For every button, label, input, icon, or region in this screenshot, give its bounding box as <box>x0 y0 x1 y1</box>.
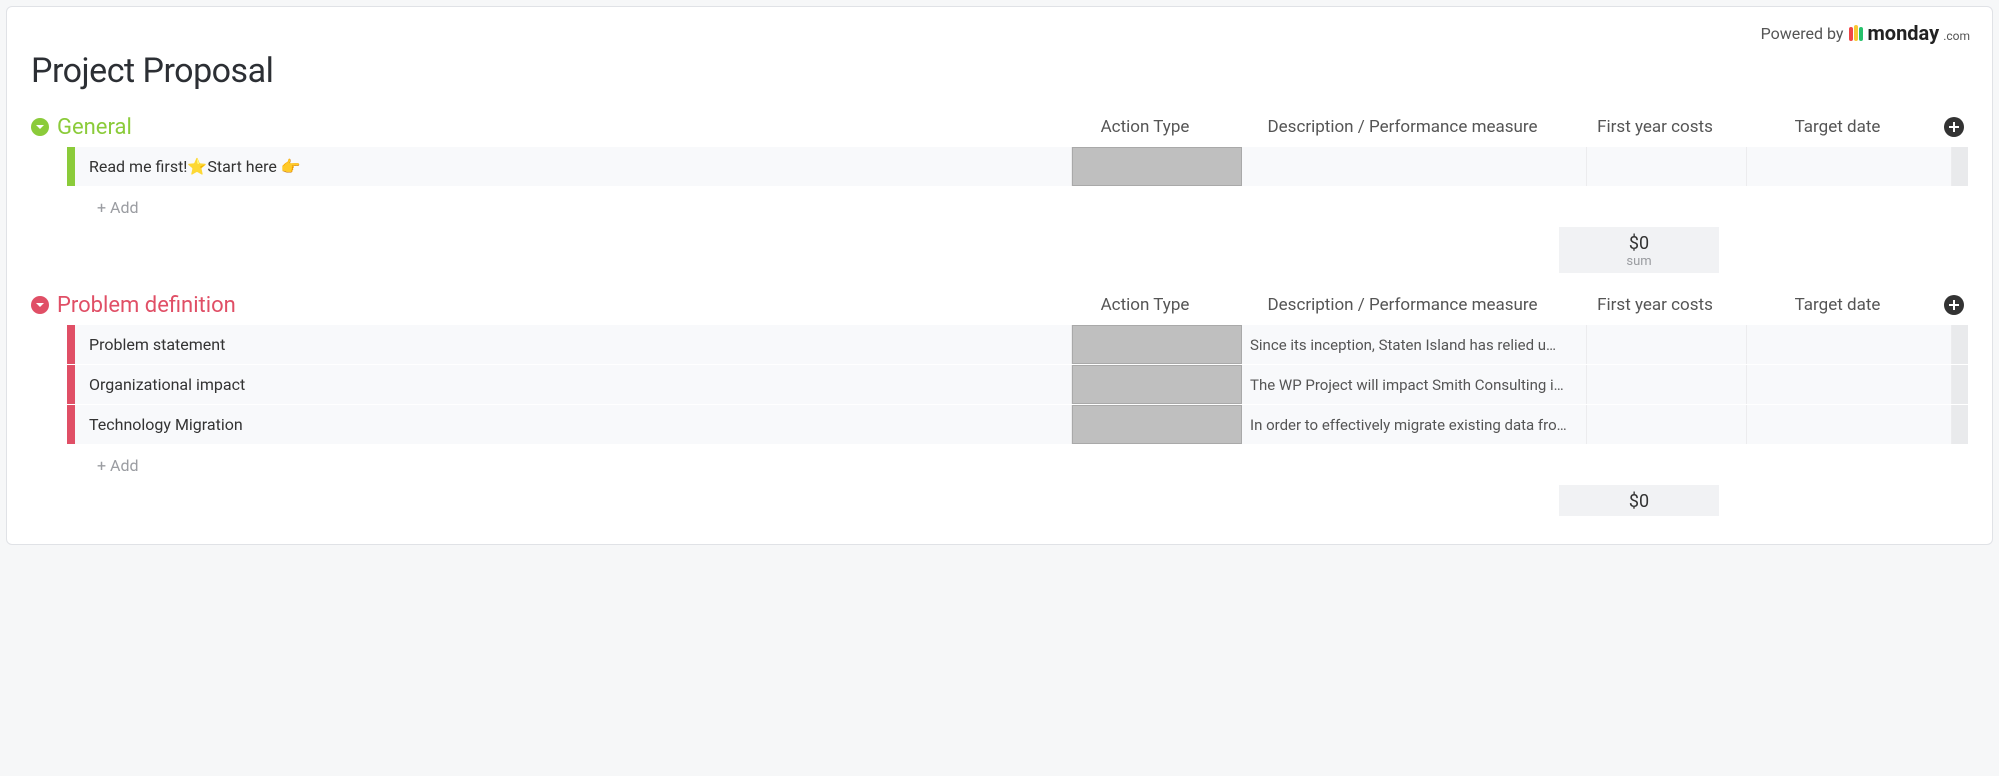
cell-action-type[interactable] <box>1072 147 1242 186</box>
group-toggle[interactable] <box>31 118 49 136</box>
cell-first-year-costs[interactable] <box>1587 365 1747 404</box>
group-summary: $0 sum <box>67 227 1968 273</box>
board-container: Powered by monday .com Project Proposal … <box>6 6 1993 545</box>
summary-cost-value: $0 <box>1559 491 1719 512</box>
group-summary: $0 <box>67 485 1968 516</box>
cell-target-date[interactable] <box>1747 405 1952 444</box>
cell-description[interactable]: In order to effectively migrate existing… <box>1242 405 1587 444</box>
summary-cost-label: sum <box>1559 254 1719 269</box>
table-row[interactable]: Read me first!⭐Start here 👉 <box>67 147 1968 187</box>
item-name-cell[interactable]: Technology Migration <box>75 405 1072 444</box>
row-end <box>1952 405 1968 444</box>
column-target-date[interactable]: Target date <box>1735 113 1940 141</box>
row-color-stripe <box>67 365 75 404</box>
add-item-label[interactable]: + Add <box>75 198 1968 217</box>
group-name[interactable]: Problem definition <box>57 293 236 318</box>
brand-suffix: .com <box>1943 29 1970 43</box>
brand-logo[interactable]: monday .com <box>1849 21 1970 45</box>
add-column-button[interactable] <box>1944 295 1964 315</box>
row-color-stripe <box>67 325 75 364</box>
cell-target-date[interactable] <box>1747 147 1952 186</box>
brand-name: monday <box>1867 21 1939 45</box>
add-item-row[interactable]: + Add <box>67 187 1968 227</box>
cell-first-year-costs[interactable] <box>1587 147 1747 186</box>
column-first-year-costs[interactable]: First year costs <box>1575 113 1735 141</box>
column-action-type[interactable]: Action Type <box>1060 291 1230 319</box>
cell-action-type[interactable] <box>1072 405 1242 444</box>
item-name-cell[interactable]: Problem statement <box>75 325 1072 364</box>
row-color-stripe <box>67 147 75 186</box>
row-color-stripe <box>67 405 75 444</box>
item-name-cell[interactable]: Read me first!⭐Start here 👉 <box>75 147 1072 186</box>
brand-logo-icon <box>1849 25 1863 41</box>
cell-first-year-costs[interactable] <box>1587 325 1747 364</box>
column-first-year-costs[interactable]: First year costs <box>1575 291 1735 319</box>
cell-description[interactable] <box>1242 147 1587 186</box>
table-row[interactable]: Problem statement Since its inception, S… <box>67 325 1968 365</box>
row-end <box>1952 325 1968 364</box>
column-description[interactable]: Description / Performance measure <box>1230 113 1575 141</box>
summary-cost-value: $0 <box>1559 233 1719 254</box>
group-problem-definition: Problem definition Action Type Descripti… <box>7 291 1992 534</box>
column-target-date[interactable]: Target date <box>1735 291 1940 319</box>
cell-first-year-costs[interactable] <box>1587 405 1747 444</box>
group-name[interactable]: General <box>57 115 132 140</box>
cell-target-date[interactable] <box>1747 365 1952 404</box>
cell-description[interactable]: The WP Project will impact Smith Consult… <box>1242 365 1587 404</box>
row-end <box>1952 147 1968 186</box>
cell-action-type[interactable] <box>1072 325 1242 364</box>
cell-action-type[interactable] <box>1072 365 1242 404</box>
add-column-button[interactable] <box>1944 117 1964 137</box>
cell-description[interactable]: Since its inception, Staten Island has r… <box>1242 325 1587 364</box>
cell-target-date[interactable] <box>1747 325 1952 364</box>
group-general: General Action Type Description / Perfor… <box>7 113 1992 291</box>
summary-first-year-costs: $0 <box>1559 485 1719 516</box>
table-row[interactable]: Technology Migration In order to effecti… <box>67 405 1968 445</box>
add-item-label[interactable]: + Add <box>75 456 1968 475</box>
powered-by-label: Powered by <box>1761 24 1844 43</box>
column-description[interactable]: Description / Performance measure <box>1230 291 1575 319</box>
summary-first-year-costs: $0 sum <box>1559 227 1719 273</box>
page-title[interactable]: Project Proposal <box>7 49 1992 113</box>
add-item-row[interactable]: + Add <box>67 445 1968 485</box>
group-toggle[interactable] <box>31 296 49 314</box>
column-action-type[interactable]: Action Type <box>1060 113 1230 141</box>
table-row[interactable]: Organizational impact The WP Project wil… <box>67 365 1968 405</box>
powered-by: Powered by monday .com <box>7 7 1992 49</box>
item-name-cell[interactable]: Organizational impact <box>75 365 1072 404</box>
row-end <box>1952 365 1968 404</box>
